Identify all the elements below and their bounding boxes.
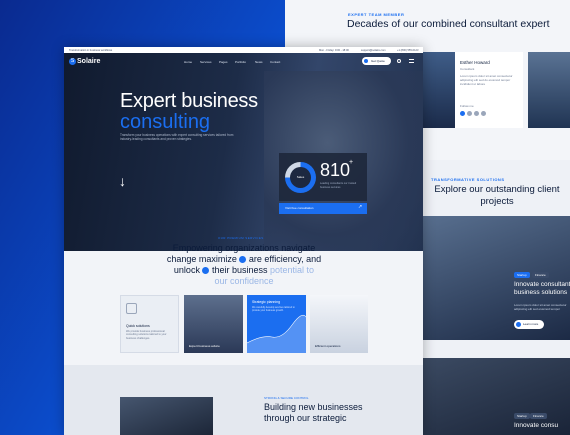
team-eyebrow: EXPERT TEAM MEMBER <box>348 12 405 17</box>
solution-icon <box>126 303 137 314</box>
team-member-card[interactable]: Esther Howard Consultant Lorem ipsum dol… <box>423 52 523 128</box>
nav-services[interactable]: Services <box>200 60 212 64</box>
team-member-bio: Lorem ipsum dolor sit amet consectetur a… <box>460 74 513 86</box>
projects-title: Explore our outstanding client projects <box>434 184 560 207</box>
feature-title: Strategic planning <box>252 300 281 304</box>
topbar-email[interactable]: support@solaire.com <box>361 49 386 52</box>
intro-line3a: unlock <box>173 265 200 275</box>
topbar-text: Transformation in business workflows <box>69 48 113 52</box>
project-card-image[interactable] <box>423 216 570 340</box>
intro-line2a: change maximize <box>166 254 237 264</box>
topbar-phone[interactable]: +1 (800) 555-0123 <box>397 49 418 52</box>
intro-line2b: are efficiency, and <box>248 254 322 264</box>
topbar-hours: Mon - Friday: 9:00 - 18:00 <box>319 48 349 52</box>
feature-label: Efficient operations <box>315 344 341 348</box>
stat-suffix: + <box>349 159 354 166</box>
project-tag[interactable]: Finance <box>532 272 549 278</box>
nav-pages[interactable]: Pages <box>219 60 228 64</box>
project-tag[interactable]: Startup <box>514 413 530 419</box>
bottom-section <box>64 365 423 435</box>
ring-label: Sales <box>290 167 311 188</box>
team-member-role: Consultant <box>460 67 475 71</box>
team-member-photo <box>423 52 455 128</box>
feature-title: Quick solutions <box>126 324 150 328</box>
search-icon[interactable] <box>397 59 401 63</box>
project-desc: Lorem ipsum dolor sit amet consectetur a… <box>514 303 567 311</box>
phone-icon <box>364 59 368 63</box>
stat-description: Leading consultants our trusted business… <box>320 182 357 189</box>
nav-portfolio[interactable]: Portfolio <box>235 60 246 64</box>
team-member-photo-2[interactable] <box>528 52 570 128</box>
intro-line4: our confidence <box>214 276 274 286</box>
instagram-icon[interactable] <box>481 111 486 116</box>
globe-icon <box>239 256 247 264</box>
hero-title-line2: consulting <box>120 111 211 133</box>
project-tag[interactable]: Startup <box>514 272 530 278</box>
projects-eyebrow: TRANSFORMATIVE SOLUTIONS <box>431 177 505 182</box>
website-mockup: Transformation in business workflows Mon… <box>64 47 423 435</box>
services-eyebrow: OUR PREMIUM SERVICES <box>218 236 264 240</box>
follow-label: Follow me <box>460 104 474 108</box>
bottom-photo <box>120 397 213 435</box>
logo[interactable]: Solaire <box>77 58 100 65</box>
intro-line3c: potential to <box>270 265 315 275</box>
project-title: Innovate consultant business solutions <box>514 281 570 296</box>
feature-desc: We carefully develop services tailored t… <box>252 306 295 313</box>
feature-label: Expert business advice <box>189 344 220 348</box>
nav-home[interactable]: Home <box>184 60 192 64</box>
linkedin-icon[interactable] <box>474 111 479 116</box>
bottom-title: Building new businesses through our stra… <box>264 402 363 423</box>
hero-title-line1: Expert business <box>120 90 258 112</box>
bottom-eyebrow: STRONG & SECURE CONTROL <box>264 396 309 400</box>
project-title-2: Innovate consu <box>514 422 559 429</box>
arrow-right-icon: ↗ <box>358 204 363 210</box>
hero-description: Transform your business operations with … <box>120 133 234 142</box>
project-tag[interactable]: Finance <box>530 413 547 419</box>
intro-heading: Empowering organizations navigate change… <box>160 243 328 287</box>
logo-icon[interactable]: S <box>69 58 76 65</box>
arrow-down-icon[interactable]: ↓ <box>119 173 126 189</box>
team-title: Decades of our combined consultant exper… <box>347 18 550 30</box>
feature-desc: We provide business professional consult… <box>126 330 167 340</box>
twitter-icon[interactable] <box>467 111 472 116</box>
nav-news[interactable]: News <box>255 60 263 64</box>
team-member-name: Esther Howard <box>460 60 490 65</box>
chart-icon <box>202 267 210 275</box>
stat-number: 810 <box>320 160 351 180</box>
visit-consultation-button[interactable]: Visit free consultation <box>279 203 367 214</box>
arrow-icon <box>516 322 521 327</box>
menu-icon[interactable] <box>409 59 414 63</box>
facebook-icon[interactable] <box>460 111 465 116</box>
intro-line3b: their business <box>211 265 268 275</box>
intro-line1: Empowering organizations navigate <box>172 243 316 253</box>
nav-contact[interactable]: Contact <box>270 60 280 64</box>
